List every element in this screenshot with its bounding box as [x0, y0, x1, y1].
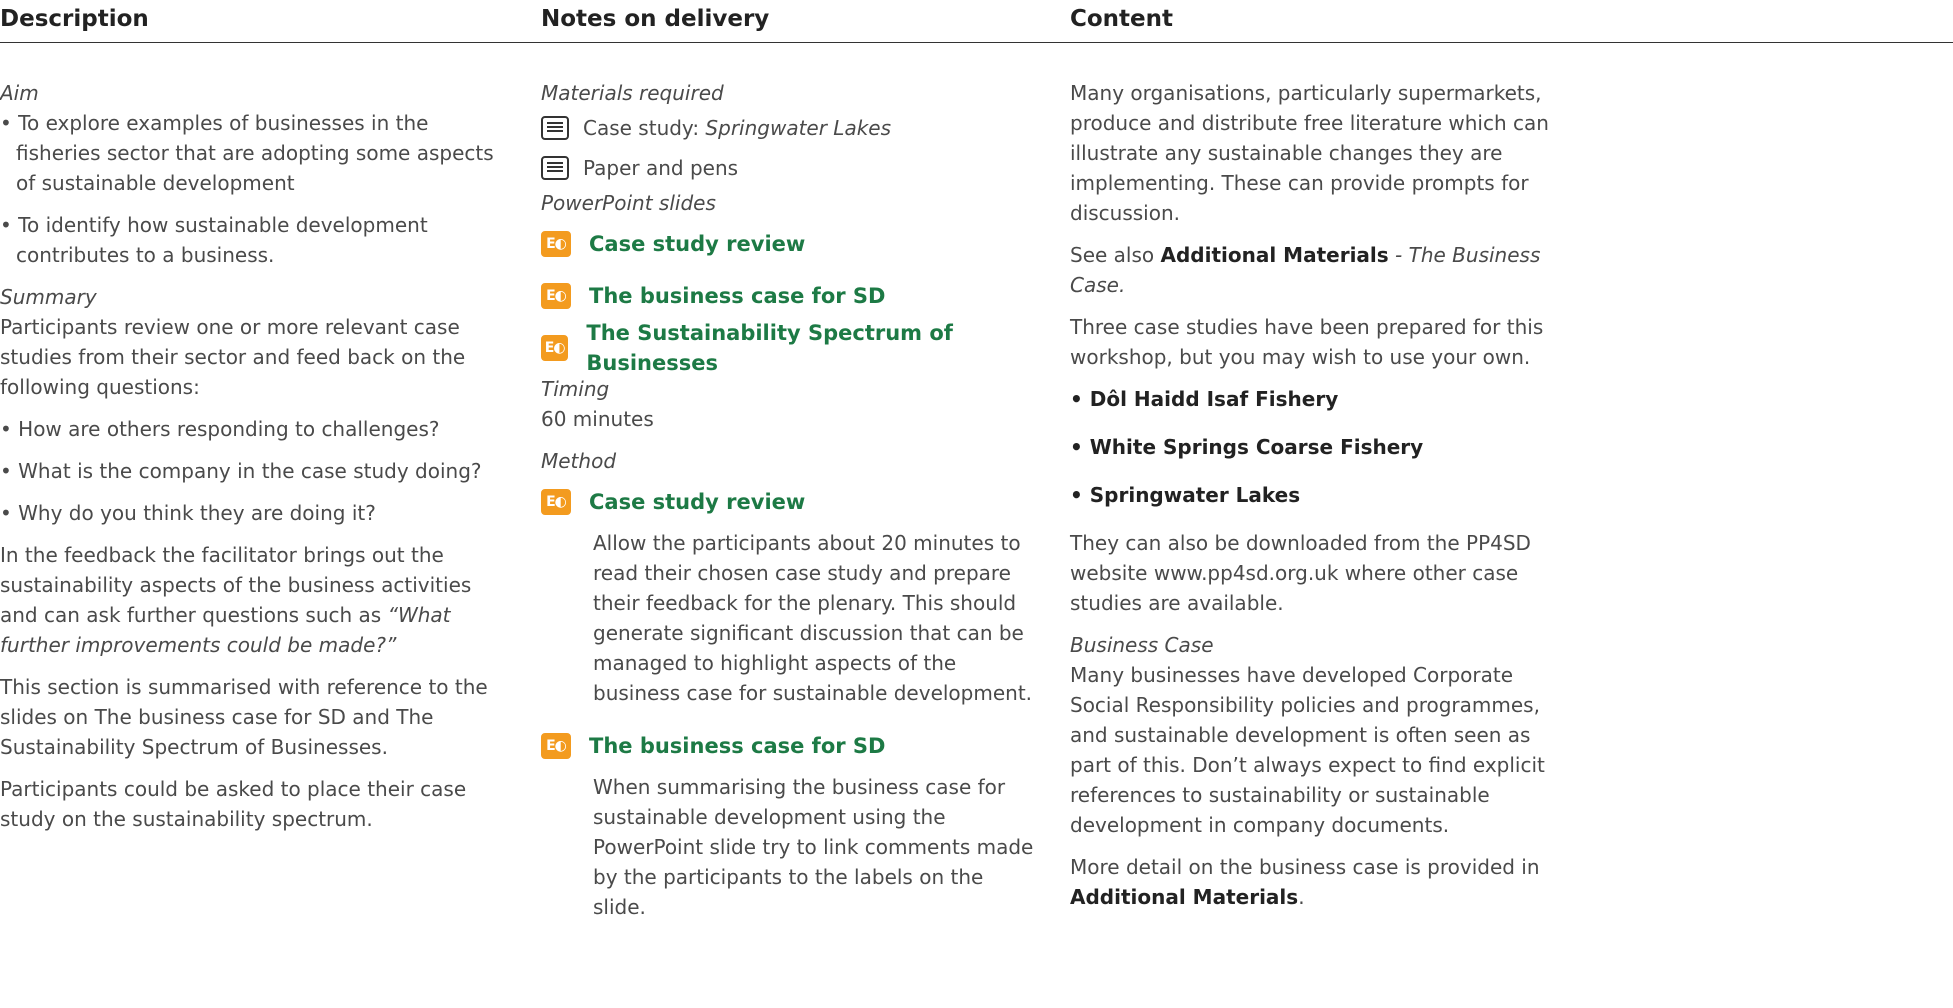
method-heading: Method	[541, 449, 617, 473]
slide-label[interactable]: The business case for SD	[589, 281, 885, 311]
question-item: Why do you think they are doing it?	[0, 498, 510, 528]
question-item: How are others responding to challenges?	[0, 414, 510, 444]
more-detail-prefix: More detail on the business case is prov…	[1070, 855, 1540, 879]
document-icon	[541, 156, 569, 180]
aim-bullet: To explore examples of businesses in the…	[0, 108, 510, 198]
timing-value: 60 minutes	[541, 407, 654, 431]
more-detail-suffix: .	[1298, 885, 1305, 909]
method-slide-link[interactable]: E◐ Case study review	[541, 476, 1041, 528]
notes-column: Materials required Case study: Springwat…	[541, 78, 1041, 934]
ppt-heading: PowerPoint slides	[541, 191, 716, 215]
section-summary-text: This section is summarised with referenc…	[0, 675, 488, 759]
participants-text: Participants could be asked to place the…	[0, 777, 467, 831]
aim-bullet: To identify how sustainable development …	[0, 210, 510, 270]
powerpoint-icon: E◐	[541, 283, 571, 309]
aim-heading: Aim	[0, 81, 39, 105]
method-text: When summarising the business case for s…	[593, 775, 1034, 919]
method-label[interactable]: The business case for SD	[589, 731, 885, 761]
slide-link[interactable]: E◐ The Sustainability Spectrum of Busine…	[541, 321, 1041, 375]
powerpoint-icon: E◐	[541, 733, 571, 759]
material-item: Paper and pens	[541, 148, 1041, 188]
table-header: Description Notes on delivery Content	[0, 0, 1953, 43]
description-column: Aim To explore examples of businesses in…	[0, 78, 510, 846]
material-label: Paper and pens	[583, 156, 739, 180]
method-slide-link[interactable]: E◐ The business case for SD	[541, 720, 1041, 772]
download-text: They can also be downloaded from the PP4…	[1070, 531, 1531, 615]
more-detail-link: Additional Materials	[1070, 885, 1299, 909]
business-case-text: Many businesses have developed Corporate…	[1070, 663, 1545, 837]
method-label[interactable]: Case study review	[589, 487, 805, 517]
case-item: White Springs Coarse Fishery	[1070, 432, 1550, 462]
business-case-heading: Business Case	[1070, 633, 1214, 657]
powerpoint-icon: E◐	[541, 231, 571, 257]
slide-label[interactable]: The Sustainability Spectrum of Businesse…	[586, 318, 1041, 378]
summary-text: Participants review one or more relevant…	[0, 315, 466, 399]
content-column: Many organisations, particularly superma…	[1070, 78, 1550, 924]
three-cases-text: Three case studies have been prepared fo…	[1070, 315, 1544, 369]
material-item: Case study: Springwater Lakes	[541, 108, 1041, 148]
content-intro: Many organisations, particularly superma…	[1070, 81, 1549, 225]
slide-label[interactable]: Case study review	[589, 229, 805, 259]
see-also-link: Additional Materials	[1160, 243, 1389, 267]
question-item: What is the company in the case study do…	[0, 456, 510, 486]
summary-heading: Summary	[0, 285, 97, 309]
method-text: Allow the participants about 20 minutes …	[593, 531, 1033, 705]
case-item: Springwater Lakes	[1070, 480, 1550, 510]
header-content: Content	[1070, 6, 1174, 32]
more-detail-text: More detail on the business case is prov…	[1070, 852, 1550, 912]
header-notes: Notes on delivery	[541, 6, 770, 32]
powerpoint-icon: E◐	[541, 335, 569, 361]
header-description: Description	[0, 6, 149, 32]
see-also-text: See also Additional Materials - The Busi…	[1070, 240, 1550, 300]
feedback-text: In the feedback the facilitator brings o…	[0, 540, 510, 660]
slide-link[interactable]: E◐ Case study review	[541, 218, 1041, 270]
slide-link[interactable]: E◐ The business case for SD	[541, 270, 1041, 322]
powerpoint-icon: E◐	[541, 489, 571, 515]
see-also-prefix: See also	[1070, 243, 1161, 267]
material-prefix: Case study:	[583, 116, 706, 140]
material-label: Case study: Springwater Lakes	[583, 113, 891, 143]
document-icon	[541, 116, 569, 140]
timing-heading: Timing	[541, 377, 610, 401]
material-title: Springwater Lakes	[705, 116, 892, 140]
materials-heading: Materials required	[541, 81, 724, 105]
case-item: Dôl Haidd Isaf Fishery	[1070, 384, 1550, 414]
